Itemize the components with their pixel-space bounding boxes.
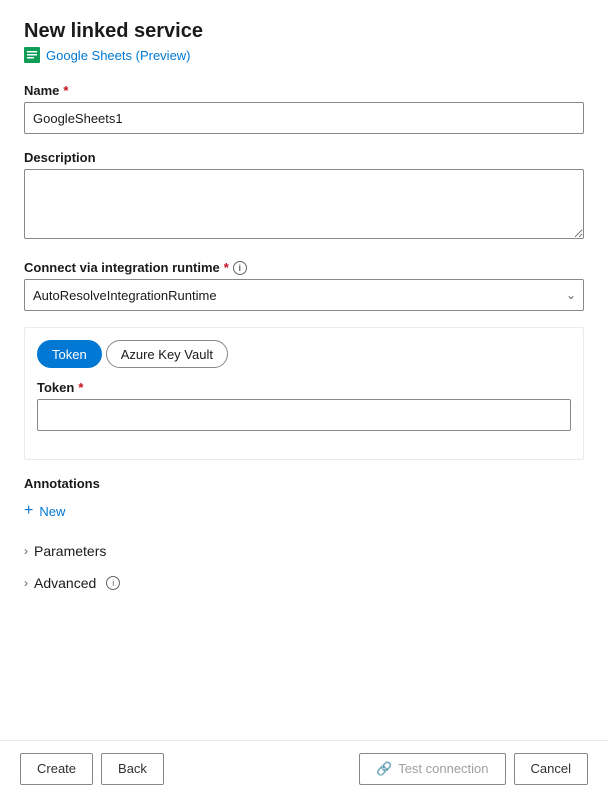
azure-key-vault-tab[interactable]: Azure Key Vault — [106, 340, 228, 368]
back-button[interactable]: Back — [101, 753, 164, 785]
runtime-info-icon[interactable]: i — [233, 261, 247, 275]
required-star-name: * — [63, 83, 68, 98]
advanced-row: › Advanced i — [24, 567, 584, 599]
google-sheets-icon — [24, 47, 40, 63]
token-input[interactable] — [37, 399, 571, 431]
runtime-select[interactable]: AutoResolveIntegrationRuntime — [24, 279, 584, 311]
name-input[interactable] — [24, 102, 584, 134]
description-label: Description — [24, 150, 584, 165]
runtime-select-wrapper: AutoResolveIntegrationRuntime ⌄ — [24, 279, 584, 311]
runtime-group: Connect via integration runtime * i Auto… — [24, 260, 584, 311]
cancel-button[interactable]: Cancel — [514, 753, 588, 785]
name-label: Name * — [24, 83, 584, 98]
new-label: New — [39, 504, 65, 519]
create-button[interactable]: Create — [20, 753, 93, 785]
token-field-group: Token * — [37, 380, 571, 431]
advanced-label: Advanced — [34, 575, 96, 591]
parameters-collapse-button[interactable]: › Parameters — [24, 535, 106, 567]
advanced-collapse-button[interactable]: › Advanced i — [24, 567, 120, 599]
name-group: Name * — [24, 83, 584, 134]
advanced-info-icon[interactable]: i — [106, 576, 120, 590]
annotations-section: Annotations + New — [24, 476, 584, 523]
required-star-token: * — [78, 380, 83, 395]
main-content: New linked service Google Sheets (Previe… — [0, 0, 608, 740]
annotations-label: Annotations — [24, 476, 584, 491]
token-tab[interactable]: Token — [37, 340, 102, 368]
add-new-button[interactable]: + New — [24, 499, 65, 523]
runtime-label: Connect via integration runtime * i — [24, 260, 584, 275]
advanced-chevron-icon: › — [24, 576, 28, 590]
subtitle-text: Google Sheets (Preview) — [46, 48, 191, 63]
parameters-label: Parameters — [34, 543, 106, 559]
parameters-chevron-icon: › — [24, 544, 28, 558]
token-section: Token Azure Key Vault Token * — [24, 327, 584, 460]
required-star-runtime: * — [224, 260, 229, 275]
tab-row: Token Azure Key Vault — [37, 340, 571, 368]
plus-icon: + — [24, 503, 33, 519]
test-conn-icon: 🔗 — [376, 761, 392, 777]
page-title: New linked service — [24, 20, 584, 43]
parameters-row: › Parameters — [24, 535, 584, 567]
description-group: Description — [24, 150, 584, 244]
description-input[interactable] — [24, 169, 584, 239]
footer-bar: Create Back 🔗 Test connection Cancel — [0, 740, 608, 796]
subtitle-row: Google Sheets (Preview) — [24, 47, 584, 63]
test-connection-button[interactable]: 🔗 Test connection — [359, 753, 506, 785]
test-connection-label: Test connection — [398, 761, 488, 776]
token-field-label: Token * — [37, 380, 571, 395]
